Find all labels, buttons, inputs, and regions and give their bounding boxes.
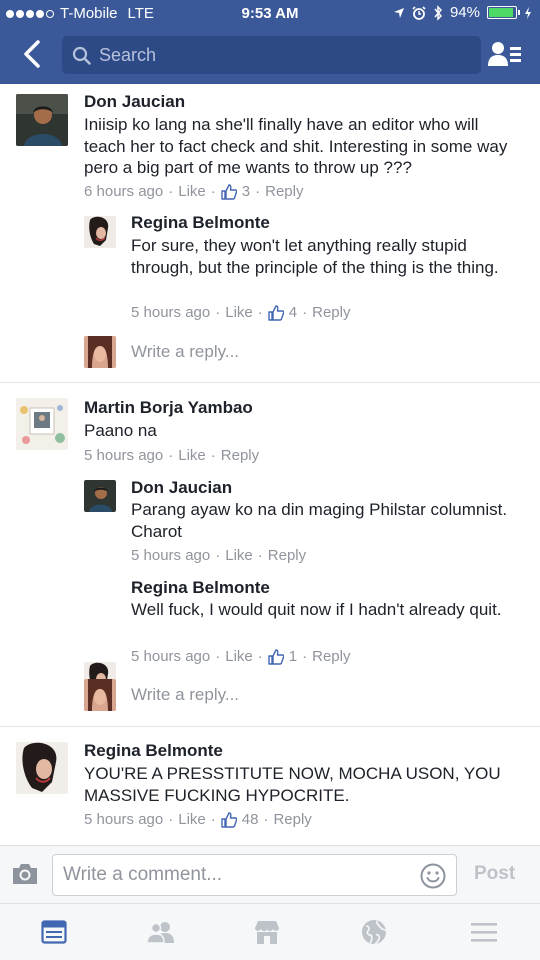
search-icon	[72, 46, 91, 65]
like-link[interactable]: Like	[225, 547, 253, 564]
reply-meta: 5 hours ago · Like · 1 · Reply	[131, 648, 351, 665]
tab-menu[interactable]	[469, 918, 499, 946]
avatar[interactable]	[16, 94, 68, 146]
reply-link[interactable]: Reply	[221, 447, 259, 464]
reply-meta: 5 hours ago · Like · Reply	[131, 547, 307, 564]
reply-text: Well fuck, I would quit now if I hadn't …	[131, 600, 502, 619]
reply-time[interactable]: 5 hours ago	[131, 304, 210, 321]
profile-photo	[84, 480, 116, 512]
back-button[interactable]	[18, 37, 46, 71]
my-avatar	[84, 336, 116, 368]
search-bar[interactable]	[62, 36, 481, 74]
profile-photo	[84, 216, 116, 248]
reply-link[interactable]: Reply	[265, 183, 303, 200]
comments-list: Don Jaucian Iniisip ko lang na she'll fi…	[0, 84, 540, 845]
location-icon	[393, 7, 404, 18]
like-link[interactable]: Like	[178, 447, 206, 464]
profile-photo	[16, 398, 68, 450]
reply-author[interactable]: Don Jaucian	[131, 478, 232, 498]
thread-divider	[0, 726, 540, 727]
battery-icon	[487, 6, 520, 19]
reply-author[interactable]: Regina Belmonte	[131, 578, 270, 598]
post-button[interactable]: Post	[474, 863, 515, 885]
reply-text: For sure, they won't let anything really…	[131, 236, 499, 277]
reply-link[interactable]: Reply	[312, 648, 350, 665]
tab-friends[interactable]	[146, 918, 176, 946]
comment-author[interactable]: Martin Borja Yambao	[84, 398, 253, 418]
write-reply-field[interactable]: Write a reply...	[131, 685, 239, 705]
charging-icon	[525, 6, 531, 19]
bluetooth-icon	[434, 4, 442, 21]
my-avatar	[84, 679, 116, 711]
alarm-icon	[412, 5, 426, 20]
comment-text: Paano na	[84, 421, 157, 440]
like-count[interactable]: 3	[242, 183, 250, 200]
reply-author[interactable]: Regina Belmonte	[131, 213, 270, 233]
thumbs-up-icon	[221, 811, 237, 828]
tab-notifications[interactable]	[359, 918, 389, 946]
friend-requests-button[interactable]	[488, 40, 522, 70]
thread-divider	[0, 382, 540, 383]
tab-news-feed[interactable]	[39, 918, 69, 946]
comment-text: Iniisip ko lang na she'll finally have a…	[84, 115, 508, 177]
avatar[interactable]	[84, 480, 116, 512]
like-link[interactable]: Like	[178, 811, 206, 828]
comment-author[interactable]: Regina Belmonte	[84, 741, 223, 761]
comment-meta: 6 hours ago · Like · 3 · Reply	[84, 183, 304, 200]
menu-icon	[471, 923, 497, 942]
like-count[interactable]: 1	[289, 648, 297, 665]
profile-photo	[84, 679, 116, 711]
comment-input[interactable]	[63, 864, 403, 886]
reply-time[interactable]: 5 hours ago	[131, 547, 210, 564]
like-link[interactable]: Like	[178, 183, 206, 200]
comment-author[interactable]: Don Jaucian	[84, 92, 185, 112]
comment-time[interactable]: 5 hours ago	[84, 447, 163, 464]
reply-link[interactable]: Reply	[273, 811, 311, 828]
comment-meta: 5 hours ago · Like · 48 · Reply	[84, 811, 312, 828]
profile-photo	[16, 94, 68, 146]
app-header: T-Mobile LTE 9:53 AM 94%	[0, 0, 540, 84]
profile-photo	[16, 742, 68, 794]
avatar[interactable]	[16, 742, 68, 794]
avatar[interactable]	[84, 216, 116, 248]
smiley-icon	[420, 863, 446, 889]
like-count[interactable]: 48	[242, 811, 259, 828]
friends-icon	[146, 922, 174, 944]
write-reply-field[interactable]: Write a reply...	[131, 342, 239, 362]
tab-marketplace[interactable]	[252, 918, 282, 946]
friend-list-icon	[488, 42, 521, 66]
like-link[interactable]: Like	[225, 304, 253, 321]
comment-text: YOU'RE A PRESSTITUTE NOW, MOCHA USON, YO…	[84, 764, 501, 805]
reply-meta: 5 hours ago · Like · 4 · Reply	[131, 304, 351, 321]
comment-time[interactable]: 6 hours ago	[84, 183, 163, 200]
thumbs-up-icon	[268, 648, 284, 665]
chevron-left-icon	[24, 40, 40, 68]
reply-link[interactable]: Reply	[312, 304, 350, 321]
comment-meta: 5 hours ago · Like · Reply	[84, 447, 260, 464]
like-count[interactable]: 4	[289, 304, 297, 321]
battery-percent: 94%	[449, 4, 480, 21]
thumbs-up-icon	[268, 304, 284, 321]
camera-icon	[13, 864, 37, 884]
reply-link[interactable]: Reply	[268, 547, 306, 564]
globe-icon	[362, 920, 387, 945]
status-bar: T-Mobile LTE 9:53 AM 94%	[0, 0, 540, 28]
avatar[interactable]	[16, 398, 68, 450]
like-link[interactable]: Like	[225, 648, 253, 665]
comment-time[interactable]: 5 hours ago	[84, 811, 163, 828]
camera-button[interactable]	[11, 862, 41, 888]
marketplace-icon	[255, 921, 279, 944]
emoji-button[interactable]	[420, 863, 446, 889]
comment-composer: Post	[0, 845, 540, 903]
tab-bar	[0, 903, 540, 960]
comment-input-box[interactable]	[52, 854, 457, 896]
reply-text: Parang ayaw ko na din maging Philstar co…	[131, 500, 508, 541]
status-indicators: 94%	[393, 4, 532, 21]
reply-time[interactable]: 5 hours ago	[131, 648, 210, 665]
search-input[interactable]	[99, 44, 459, 66]
thumbs-up-icon	[221, 183, 237, 200]
profile-photo	[84, 336, 116, 368]
news-feed-icon	[41, 920, 67, 944]
